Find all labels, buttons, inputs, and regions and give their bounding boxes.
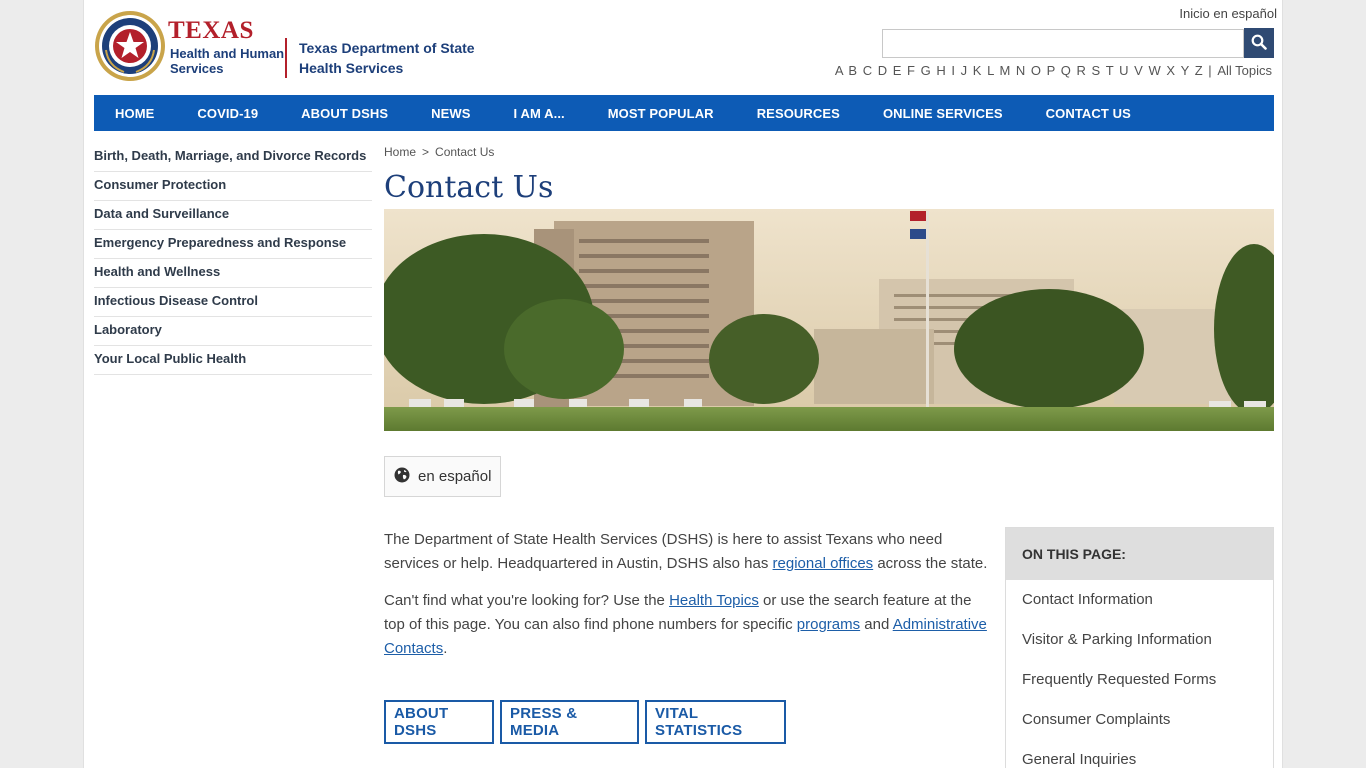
az-letter[interactable]: D xyxy=(878,63,887,78)
nav-covid-19[interactable]: COVID-19 xyxy=(197,106,258,121)
all-topics-link[interactable]: All Topics xyxy=(1217,63,1272,78)
az-letter[interactable]: I xyxy=(951,63,955,78)
az-letter[interactable]: O xyxy=(1031,63,1041,78)
health-topics-link[interactable]: Health Topics xyxy=(669,592,759,609)
az-separator: | xyxy=(1208,63,1212,78)
on-this-page-heading: ON THIS PAGE: xyxy=(1006,528,1273,580)
az-letter[interactable]: H xyxy=(936,63,945,78)
inicio-espanol-link[interactable]: Inicio en español xyxy=(1179,6,1277,21)
sidebar-item-data-surveillance[interactable]: Data and Surveillance xyxy=(94,201,372,230)
breadcrumb-separator: > xyxy=(422,145,430,159)
otp-consumer-complaints[interactable]: Consumer Complaints xyxy=(1006,700,1273,740)
vital-statistics-button[interactable]: VITAL STATISTICS xyxy=(645,700,786,744)
nav-news[interactable]: NEWS xyxy=(431,106,470,121)
en-espanol-label: en español xyxy=(418,468,492,485)
logo-divider xyxy=(285,38,287,78)
on-this-page-panel: ON THIS PAGE: Contact Information Visito… xyxy=(1005,527,1274,768)
page-container: TEXAS Health and Human Services Texas De… xyxy=(83,0,1283,768)
az-letter[interactable]: Q xyxy=(1061,63,1071,78)
nav-most-popular[interactable]: MOST POPULAR xyxy=(608,106,714,121)
regional-offices-link[interactable]: regional offices xyxy=(773,555,874,572)
az-letter[interactable]: E xyxy=(893,63,902,78)
nav-resources[interactable]: RESOURCES xyxy=(757,106,840,121)
az-letter[interactable]: G xyxy=(921,63,931,78)
intro-paragraph-1: The Department of State Health Services … xyxy=(384,531,988,572)
sidebar-item-emergency-preparedness[interactable]: Emergency Preparedness and Response xyxy=(94,230,372,259)
main-navigation: HOME COVID-19 ABOUT DSHS NEWS I AM A... … xyxy=(94,95,1274,131)
breadcrumb: Home > Contact Us xyxy=(384,145,494,159)
az-letter[interactable]: A xyxy=(835,63,843,78)
az-letter[interactable]: P xyxy=(1047,63,1055,78)
otp-contact-information[interactable]: Contact Information xyxy=(1006,580,1273,620)
en-espanol-button[interactable]: en español xyxy=(384,456,501,497)
sidebar-item-consumer-protection[interactable]: Consumer Protection xyxy=(94,172,372,201)
hero-image-dshs-campus xyxy=(384,209,1274,431)
logo-hhs-text: Health and Human Services xyxy=(170,46,285,76)
quick-links-buttons: ABOUT DSHS PRESS & MEDIA VITAL STATISTIC… xyxy=(384,700,792,744)
az-letter[interactable]: L xyxy=(987,63,994,78)
az-letter[interactable]: R xyxy=(1076,63,1085,78)
sidebar-item-laboratory[interactable]: Laboratory xyxy=(94,317,372,346)
nav-contact-us[interactable]: CONTACT US xyxy=(1046,106,1131,121)
otp-general-inquiries[interactable]: General Inquiries xyxy=(1006,740,1273,768)
search-input[interactable] xyxy=(882,29,1244,58)
az-letter[interactable]: S xyxy=(1092,63,1101,78)
az-letter[interactable]: F xyxy=(907,63,915,78)
page-title: Contact Us xyxy=(384,170,554,205)
sidebar-nav: Birth, Death, Marriage, and Divorce Reco… xyxy=(94,143,372,375)
a-z-index: A B C D E F G H I J K L M N O P Q R S T … xyxy=(833,63,1272,78)
otp-visitor-parking[interactable]: Visitor & Parking Information xyxy=(1006,620,1273,660)
sidebar-item-vital-records[interactable]: Birth, Death, Marriage, and Divorce Reco… xyxy=(94,143,372,172)
logo-dshs-text[interactable]: Texas Department of State Health Service… xyxy=(299,38,479,78)
breadcrumb-home[interactable]: Home xyxy=(384,145,416,159)
globe-icon xyxy=(394,467,410,487)
intro-paragraph-2: Can't find what you're looking for? Use … xyxy=(384,592,987,657)
logo-texas-text: TEXAS xyxy=(168,17,254,44)
nav-online-services[interactable]: ONLINE SERVICES xyxy=(883,106,1003,121)
otp-requested-forms[interactable]: Frequently Requested Forms xyxy=(1006,660,1273,700)
az-letter[interactable]: C xyxy=(863,63,872,78)
az-letter[interactable]: B xyxy=(848,63,857,78)
search-button[interactable] xyxy=(1244,28,1274,58)
nav-home[interactable]: HOME xyxy=(115,106,154,121)
nav-about-dshs[interactable]: ABOUT DSHS xyxy=(301,106,388,121)
az-letter[interactable]: N xyxy=(1016,63,1025,78)
about-dshs-button[interactable]: ABOUT DSHS xyxy=(384,700,494,744)
search-icon xyxy=(1251,34,1267,53)
sidebar-item-infectious-disease[interactable]: Infectious Disease Control xyxy=(94,288,372,317)
press-media-button[interactable]: PRESS & MEDIA xyxy=(500,700,639,744)
texas-seal-logo[interactable] xyxy=(94,10,166,82)
az-letter[interactable]: T xyxy=(1106,63,1114,78)
az-letter[interactable]: K xyxy=(973,63,982,78)
az-letter[interactable]: W xyxy=(1148,63,1160,78)
az-letter[interactable]: Z xyxy=(1195,63,1203,78)
az-letter[interactable]: M xyxy=(999,63,1010,78)
nav-i-am-a[interactable]: I AM A... xyxy=(514,106,565,121)
az-letter[interactable]: V xyxy=(1134,63,1143,78)
az-letter[interactable]: X xyxy=(1166,63,1175,78)
breadcrumb-current: Contact Us xyxy=(435,145,495,159)
az-letter[interactable]: U xyxy=(1119,63,1128,78)
intro-text: The Department of State Health Services … xyxy=(384,528,992,674)
sidebar-item-local-public-health[interactable]: Your Local Public Health xyxy=(94,346,372,375)
programs-link[interactable]: programs xyxy=(797,616,860,633)
az-letter[interactable]: Y xyxy=(1181,63,1189,78)
az-letter[interactable]: J xyxy=(961,63,968,78)
sidebar-item-health-wellness[interactable]: Health and Wellness xyxy=(94,259,372,288)
